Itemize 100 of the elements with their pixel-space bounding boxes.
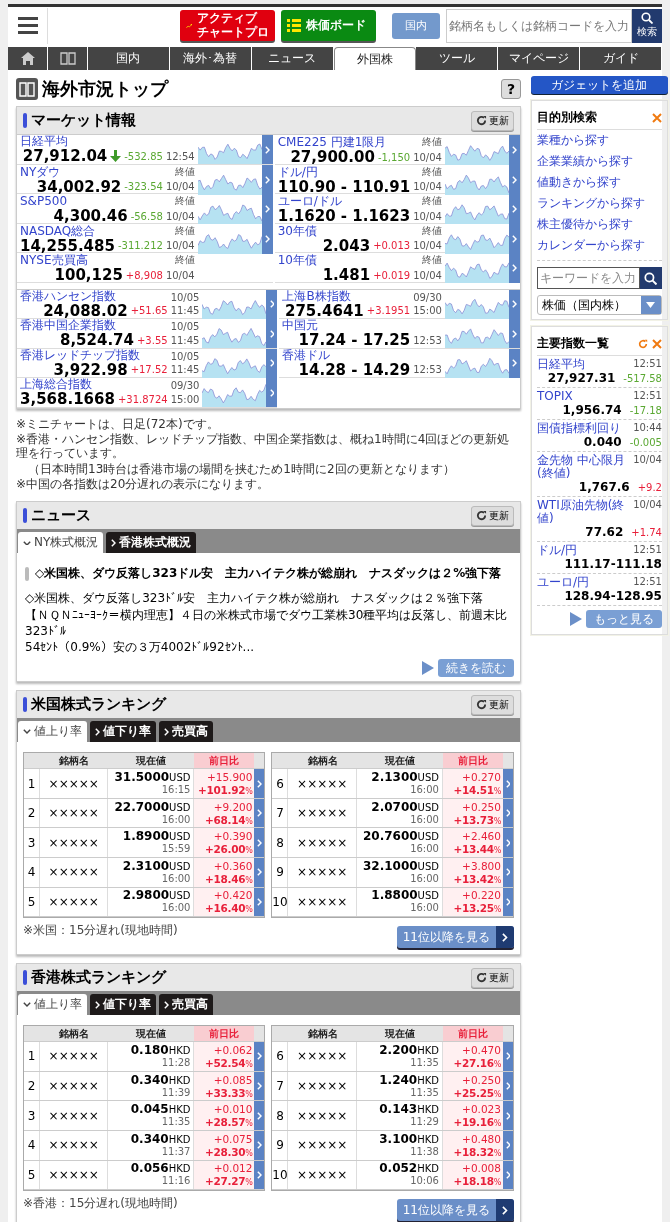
- nav-tab[interactable]: マイページ: [498, 47, 581, 70]
- search-link[interactable]: 企業業績から探す: [536, 151, 662, 172]
- index-name-link[interactable]: NASDAQ総合: [20, 224, 96, 238]
- time-label: 12:51: [633, 576, 662, 589]
- nav-tab[interactable]: 外国株: [333, 47, 417, 70]
- detail-arrow-button[interactable]: [502, 828, 513, 857]
- update-button[interactable]: 更新: [470, 110, 514, 131]
- detail-arrow-button[interactable]: [502, 1042, 513, 1071]
- detail-arrow-button[interactable]: [254, 1101, 265, 1130]
- keyword-field[interactable]: キーワードを入力: [536, 267, 640, 289]
- tab[interactable]: 値下り率: [90, 721, 156, 743]
- detail-arrow-button[interactable]: [266, 289, 278, 319]
- tab[interactable]: 値下り率: [90, 994, 156, 1016]
- index-name-link[interactable]: ドル/円: [277, 165, 318, 179]
- close-icon[interactable]: [651, 338, 662, 349]
- index-name-link[interactable]: ユーロ/円: [536, 576, 589, 589]
- refresh-icon[interactable]: [637, 338, 648, 349]
- update-button[interactable]: 更新: [470, 505, 514, 526]
- detail-arrow-button[interactable]: [508, 253, 520, 283]
- tab[interactable]: 売買高: [158, 721, 213, 743]
- index-name-link[interactable]: 金先物 中心限月(終値): [536, 454, 632, 480]
- nav-tab[interactable]: ニュース: [251, 47, 334, 70]
- index-name-link[interactable]: 10年債: [277, 254, 317, 267]
- detail-arrow-button[interactable]: [254, 769, 265, 798]
- detail-arrow-button[interactable]: [266, 319, 278, 348]
- index-name-link[interactable]: 上海B株指数: [282, 289, 351, 303]
- search-link[interactable]: カレンダーから探す: [536, 235, 662, 256]
- index-name-link[interactable]: ユーロ/ドル: [277, 195, 342, 208]
- index-name-link[interactable]: S&P500: [20, 195, 68, 208]
- search-link[interactable]: 値動きから探す: [536, 172, 662, 193]
- category-select[interactable]: 株価（国内株）: [536, 295, 662, 315]
- index-name-link[interactable]: 香港ハンセン指数: [20, 289, 116, 303]
- chevron-icon: [257, 1111, 262, 1120]
- chart-pro-button[interactable]: アクティブ チャートプロ: [180, 10, 275, 41]
- tab[interactable]: 値上り率: [18, 721, 87, 743]
- detail-arrow-button[interactable]: [254, 1042, 265, 1071]
- detail-arrow-button[interactable]: [502, 1071, 513, 1101]
- detail-arrow-button[interactable]: [502, 1130, 513, 1160]
- nav-tab[interactable]: 海外･為替: [169, 47, 252, 70]
- search-button[interactable]: 検索: [632, 8, 662, 43]
- index-name-link[interactable]: 香港中国企業指数: [20, 319, 116, 332]
- tab[interactable]: 香港株式概況: [106, 532, 197, 554]
- help-button[interactable]: ?: [500, 79, 521, 99]
- detail-arrow-button[interactable]: [261, 164, 273, 195]
- add-gadget-button[interactable]: ガジェットを追加: [530, 76, 668, 94]
- index-name-link[interactable]: WTI原油先物(終値): [536, 499, 632, 525]
- index-name-link[interactable]: 香港ドル: [282, 348, 331, 362]
- index-name-link[interactable]: 香港レッドチップ指数: [20, 348, 140, 362]
- rank-cell: 6: [272, 769, 289, 798]
- nav-tab[interactable]: [8, 47, 48, 70]
- index-name-link[interactable]: TOPIX: [536, 390, 573, 403]
- search-button[interactable]: [639, 267, 662, 289]
- index-name-link[interactable]: CME225 円建1限月: [277, 136, 387, 149]
- index-name-link[interactable]: 30年債: [277, 224, 317, 238]
- update-button[interactable]: 更新: [470, 967, 514, 988]
- search-link[interactable]: 株主優待から探す: [536, 214, 662, 235]
- index-name-link[interactable]: ドル/円: [536, 544, 577, 557]
- detail-arrow-button[interactable]: [508, 289, 520, 319]
- detail-arrow-button[interactable]: [502, 1160, 513, 1190]
- nav-tab[interactable]: ガイド: [580, 47, 662, 70]
- index-name-link[interactable]: NYSE売買高: [20, 254, 88, 267]
- tab[interactable]: 値上り率: [18, 994, 87, 1016]
- detail-arrow-button[interactable]: [254, 1130, 265, 1160]
- detail-arrow-button[interactable]: [502, 858, 513, 887]
- search-field[interactable]: 銘柄名もしくは銘柄コードを入力: [446, 8, 632, 43]
- search-link[interactable]: ランキングから探す: [536, 193, 662, 214]
- detail-arrow-button[interactable]: [266, 378, 278, 407]
- detail-arrow-button[interactable]: [254, 858, 265, 887]
- index-name-link[interactable]: 日経平均: [20, 135, 68, 148]
- index-value: 27,912.04: [22, 148, 108, 164]
- update-button[interactable]: 更新: [470, 694, 514, 715]
- detail-arrow-button[interactable]: [261, 135, 273, 164]
- index-name-link[interactable]: NYダウ: [20, 165, 61, 179]
- nav-tab[interactable]: ツール: [416, 47, 499, 70]
- detail-arrow-button[interactable]: [254, 1071, 265, 1101]
- detail-arrow-button[interactable]: [502, 769, 513, 798]
- detail-arrow-button[interactable]: [508, 319, 520, 348]
- detail-arrow-button[interactable]: [508, 348, 520, 378]
- detail-arrow-button[interactable]: [502, 798, 513, 828]
- detail-arrow-button[interactable]: [254, 798, 265, 828]
- detail-arrow-button[interactable]: [502, 1101, 513, 1130]
- index-name-link[interactable]: 中国元: [282, 319, 319, 332]
- tab[interactable]: 売買高: [158, 994, 213, 1016]
- search-link[interactable]: 業種から探す: [536, 130, 662, 151]
- detail-arrow-button[interactable]: [502, 887, 513, 917]
- index-name-link[interactable]: 上海総合指数: [20, 378, 92, 391]
- nav-tab[interactable]: 国内: [88, 47, 170, 70]
- detail-arrow-button[interactable]: [261, 223, 273, 254]
- index-name-link[interactable]: 国債指標利回り: [536, 422, 621, 435]
- index-name-link[interactable]: 日経平均: [536, 358, 585, 371]
- nav-tab[interactable]: [48, 47, 88, 70]
- detail-arrow-button[interactable]: [508, 135, 520, 165]
- price-value: 0.340HKD: [130, 1132, 191, 1146]
- tab[interactable]: NY株式概況: [18, 532, 104, 554]
- stock-board-button[interactable]: 株価ボード: [281, 10, 376, 41]
- detail-arrow-button[interactable]: [266, 348, 278, 378]
- close-icon[interactable]: [651, 112, 662, 123]
- detail-arrow-button[interactable]: [254, 828, 265, 857]
- detail-arrow-button[interactable]: [254, 1160, 265, 1190]
- detail-arrow-button[interactable]: [254, 887, 265, 917]
